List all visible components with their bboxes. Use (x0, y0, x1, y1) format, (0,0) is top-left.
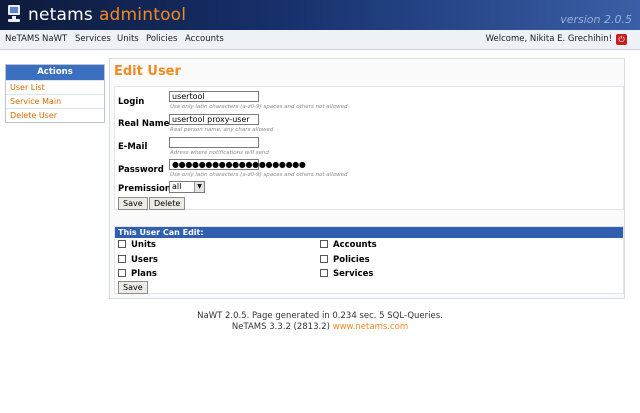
app-logo[interactable]: netams admintool (28, 5, 186, 25)
email-label: E-Mail (118, 142, 148, 152)
permissions-title: This User Can Edit: (115, 227, 623, 238)
checkbox-plans[interactable]: Plans (118, 269, 157, 279)
checkbox-label: Services (333, 269, 374, 279)
permissions-panel: This User Can Edit: Units Users Plans Ac… (114, 226, 624, 294)
sidebar-item-user-list[interactable]: User List (6, 80, 104, 94)
permission-label: Premission (118, 184, 171, 194)
save-button[interactable]: Save (118, 197, 148, 210)
checkbox-users[interactable]: Users (118, 255, 158, 265)
checkbox-label: Users (131, 255, 158, 265)
server-icon (8, 5, 20, 22)
logout-power-icon[interactable]: ⏻ (616, 34, 627, 45)
nav-item-netams[interactable]: NeTAMS (5, 34, 40, 44)
checkbox-units[interactable]: Units (118, 240, 156, 250)
checkbox-box[interactable] (118, 240, 126, 248)
nav-item-policies[interactable]: Policies (146, 34, 177, 44)
checkbox-box[interactable] (118, 255, 126, 263)
checkbox-label: Units (131, 240, 156, 250)
sidebar-title: Actions (6, 65, 104, 80)
email-input[interactable] (169, 137, 259, 148)
login-label: Login (118, 97, 145, 107)
footer-version: NeTAMS 3.3.2 (2813.2) (231, 322, 330, 332)
sidebar-item-delete-user[interactable]: Delete User (6, 108, 104, 122)
checkbox-label: Policies (333, 255, 370, 265)
app-header: netams admintool version 2.0.5 (0, 0, 640, 30)
checkbox-box[interactable] (320, 255, 328, 263)
delete-button[interactable]: Delete (149, 197, 186, 210)
page-title: Edit User (114, 64, 181, 79)
nav-item-accounts[interactable]: Accounts (185, 34, 224, 44)
checkbox-services[interactable]: Services (320, 269, 373, 279)
nav-item-services[interactable]: Services (75, 34, 111, 44)
checkbox-accounts[interactable]: Accounts (320, 240, 377, 250)
password-input[interactable]: ●●●●●●●●●●●●●●●●●●●● (169, 159, 306, 170)
nav-item-units[interactable]: Units (117, 34, 139, 44)
password-hint: Use only latin characters (a-z0-9) space… (170, 172, 348, 178)
sidebar-item-service-main[interactable]: Service Main (6, 94, 104, 108)
checkbox-box[interactable] (320, 240, 328, 248)
checkbox-box[interactable] (320, 269, 328, 277)
chevron-down-icon: ▼ (194, 182, 204, 192)
realname-hint: Real person name, any chars allowed (170, 127, 274, 133)
checkbox-policies[interactable]: Policies (320, 255, 370, 265)
password-label: Password (118, 165, 164, 175)
main-nav: NeTAMS NaWT Services Units Policies Acco… (0, 30, 640, 50)
realname-input[interactable]: usertool proxy-user (169, 114, 259, 125)
checkbox-label: Accounts (333, 240, 377, 250)
login-hint: Use only latin characters (a-z0-9) space… (170, 104, 348, 110)
permission-selected-value: all (172, 182, 182, 191)
footer-line-1: NaWT 2.0.5. Page generated in 0.234 sec.… (197, 311, 443, 321)
edit-user-form: Login usertool Use only latin characters… (114, 86, 624, 210)
logo-text-admintool: admintool (98, 5, 187, 25)
welcome-text: Welcome, Nikita E. Grechihin! (485, 34, 612, 44)
footer-website-link[interactable]: www.netams.com (333, 322, 409, 332)
checkbox-box[interactable] (118, 269, 126, 277)
checkbox-label: Plans (131, 269, 157, 279)
permissions-save-button[interactable]: Save (118, 281, 148, 294)
logo-text-netams: netams (28, 5, 93, 25)
nav-item-nawt[interactable]: NaWT (42, 34, 67, 44)
realname-label: Real Name (118, 119, 170, 129)
permission-select[interactable]: all ▼ (169, 181, 205, 193)
version-label: version 2.0.5 (560, 13, 632, 26)
footer-line-2: NeTAMS 3.3.2 (2813.2) www.netams.com (0, 322, 640, 332)
login-input[interactable]: usertool (169, 91, 259, 102)
main-panel: Edit User Login usertool Use only latin … (109, 58, 625, 299)
email-hint: Adress where notifications will send (170, 150, 269, 156)
actions-sidebar: Actions User List Service Main Delete Us… (5, 64, 105, 123)
